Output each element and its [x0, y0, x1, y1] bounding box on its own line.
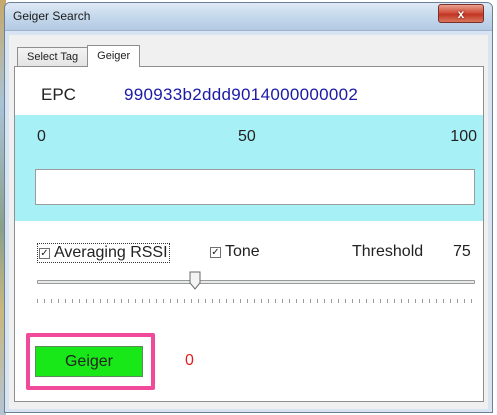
- averaging-rssi-check-icon[interactable]: ✓: [39, 247, 50, 259]
- tab-select-tag[interactable]: Select Tag: [17, 47, 89, 67]
- options-row: ✓ Averaging RSSI ✓ Tone Threshold 75: [37, 241, 477, 263]
- tone-label: Tone: [225, 243, 260, 260]
- geiger-button[interactable]: Geiger: [35, 346, 143, 377]
- threshold-value: 75: [453, 243, 471, 260]
- close-button[interactable]: x: [438, 4, 484, 23]
- tone-check-icon[interactable]: ✓: [210, 246, 221, 258]
- epc-value: 990933b2ddd9014000000002: [124, 85, 359, 104]
- tab-geiger[interactable]: Geiger: [87, 45, 141, 67]
- threshold-label: Threshold: [352, 243, 424, 260]
- slider-track[interactable]: [37, 280, 475, 284]
- window-title: Geiger Search: [13, 9, 91, 23]
- geiger-search-window: Geiger Search x Select Tag Geiger EPC 99…: [4, 2, 493, 413]
- title-bar[interactable]: Geiger Search x: [5, 3, 492, 31]
- tone-checkbox[interactable]: ✓ Tone: [210, 243, 260, 261]
- epc-label: EPC: [41, 85, 76, 104]
- averaging-rssi-label: Averaging RSSI: [54, 244, 168, 261]
- close-icon: x: [457, 6, 465, 21]
- meter-tick-min: 0: [37, 128, 46, 145]
- meter-tick-mid: 50: [238, 128, 256, 145]
- meter-tick-max: 100: [450, 128, 477, 145]
- signal-meter-panel: 0 50 100: [15, 115, 483, 221]
- geiger-count-value: 0: [185, 352, 194, 369]
- slider-ticks: [37, 299, 475, 303]
- client-area: Select Tag Geiger EPC 990933b2ddd9014000…: [9, 35, 488, 409]
- threshold-slider[interactable]: [37, 271, 475, 311]
- slider-thumb-icon[interactable]: [189, 271, 201, 290]
- signal-progress-bar: [35, 169, 475, 205]
- averaging-rssi-checkbox[interactable]: ✓ Averaging RSSI: [37, 243, 170, 263]
- geiger-tab-panel: EPC 990933b2ddd9014000000002 0 50 100 ✓ …: [14, 66, 484, 402]
- tab-strip: Select Tag Geiger: [17, 45, 141, 67]
